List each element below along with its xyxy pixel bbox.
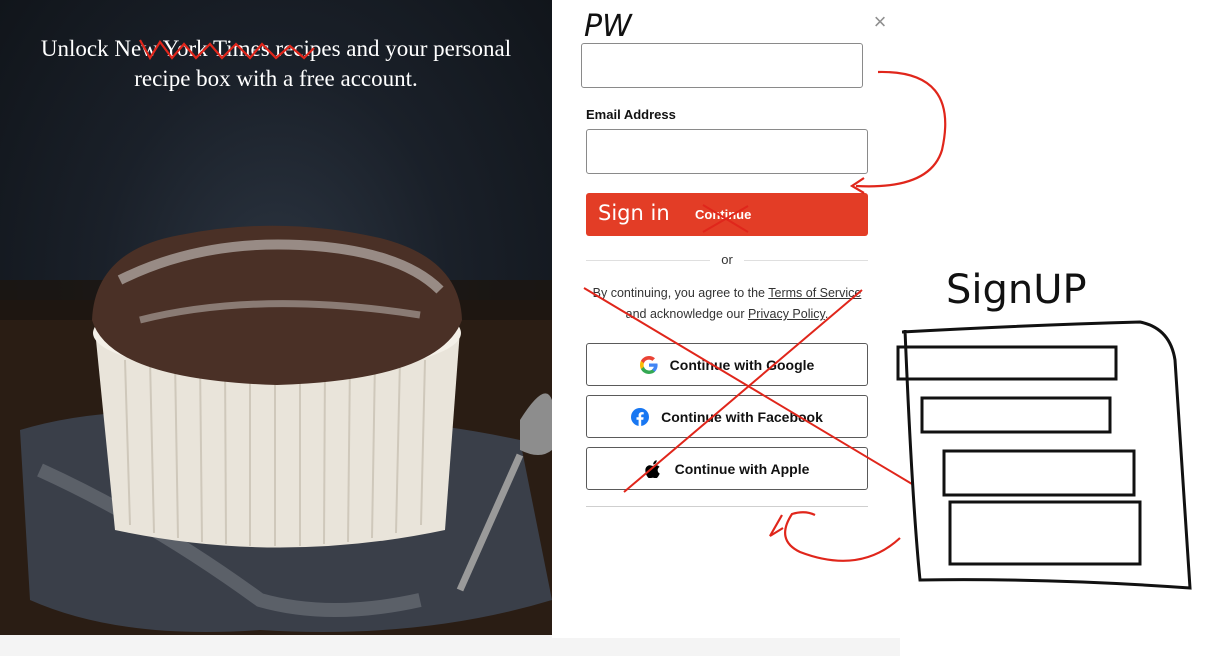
divider-right [744,260,868,261]
signup-note: SignUP [946,267,1087,313]
hero-panel: Unlock New York Times recipes and your p… [0,0,552,635]
page-footer-strip [0,635,552,656]
signup-field-sketch-4 [948,500,1142,566]
google-button[interactable]: Continue with Google [586,343,868,386]
google-button-label: Continue with Google [669,356,815,373]
terms-link[interactable]: Terms of Service [768,286,861,300]
facebook-button[interactable]: Continue with Facebook [586,395,868,438]
souffle-photo [0,225,552,635]
signup-field-sketch-2 [920,396,1112,434]
password-field[interactable] [581,43,863,88]
google-icon [639,355,658,374]
privacy-link[interactable]: Privacy Policy [748,307,825,321]
email-field[interactable] [586,129,868,174]
apple-icon [644,459,663,478]
close-icon[interactable]: × [870,11,890,33]
bottom-divider [586,506,868,507]
signup-field-sketch-1 [896,345,1118,381]
continue-button-label: Continue [695,207,752,222]
or-separator: or [721,252,733,267]
hero-title: Unlock New York Times recipes and your p… [40,36,512,91]
signup-field-sketch-3 [942,449,1136,497]
facebook-icon [631,407,650,426]
divider-left [586,260,710,261]
signup-box-sketch [901,320,1192,590]
page-footer-strip-right [552,638,900,656]
screen: Unlock New York Times recipes and your p… [0,0,1216,656]
facebook-button-label: Continue with Facebook [661,408,823,425]
apple-button[interactable]: Continue with Apple [586,447,868,490]
apple-button-label: Continue with Apple [674,460,810,477]
terms-text: By continuing, you agree to the Terms of… [592,286,862,321]
continue-button[interactable]: Continue [586,193,868,236]
email-label: Email Address [586,107,676,122]
